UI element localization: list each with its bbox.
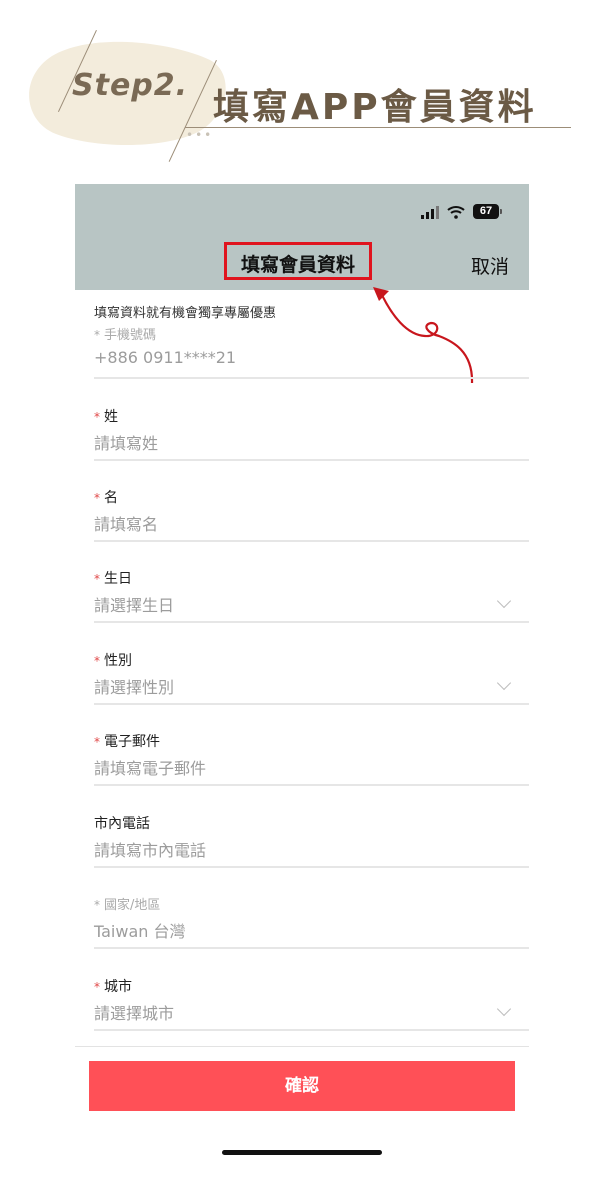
chevron-down-icon[interactable] (496, 675, 512, 691)
input-field[interactable]: 請填寫電子郵件 (94, 755, 206, 779)
form-field[interactable]: * 姓請填寫姓 (94, 406, 529, 462)
field-label-text: 國家/地區 (104, 898, 161, 913)
field-underline (94, 377, 529, 379)
field-label-text: 姓 (104, 409, 118, 425)
form-field: * 手機號碼 +886 0911****21 (94, 324, 529, 380)
promo-text: 填寫資料就有機會獨享專屬優惠 (94, 306, 277, 321)
step-label: Step2. (72, 68, 189, 103)
field-label: * 性別 (94, 650, 132, 670)
field-label: * 名 (94, 487, 118, 507)
page-title: 填寫會員資料 (240, 254, 355, 276)
required-mark: * (94, 735, 100, 749)
field-label-text: 城市 (104, 979, 132, 995)
required-mark: * (94, 898, 100, 912)
field-label-text: 電子郵件 (104, 734, 160, 750)
app-header: 67 填寫會員資料 取消 (75, 184, 529, 290)
step-dots: ••• (186, 128, 214, 142)
field-underline (94, 540, 529, 542)
battery-icon: 67 (473, 204, 502, 219)
phone-screen: 67 填寫會員資料 取消 填寫資料就有機會獨享專屬優惠 * 手機號碼 +886 09… (75, 184, 529, 1047)
required-mark: * (94, 980, 100, 994)
cancel-button[interactable]: 取消 (471, 252, 509, 279)
input-field[interactable]: 請填寫姓 (94, 430, 158, 454)
required-mark: * (94, 328, 100, 342)
field-label-text: 市內電話 (94, 816, 150, 832)
required-mark: * (94, 410, 100, 424)
chevron-down-icon[interactable] (496, 1001, 512, 1017)
field-label: 市內電話 (94, 813, 150, 833)
field-label-text: 名 (104, 490, 118, 506)
form-field[interactable]: * 生日請選擇生日 (94, 568, 529, 624)
field-underline (94, 621, 529, 623)
required-mark: * (94, 654, 100, 668)
field-underline (94, 947, 529, 949)
form-field[interactable]: * 城市請選擇城市 (94, 976, 529, 1032)
field-underline (94, 459, 529, 461)
required-mark: * (94, 572, 100, 586)
confirm-button[interactable]: 確認 (89, 1061, 515, 1111)
step-banner: Step2. 填寫APP會員資料 ••• (0, 0, 600, 170)
field-label: * 姓 (94, 406, 118, 426)
field-underline (94, 784, 529, 786)
field-label: * 生日 (94, 568, 132, 588)
status-bar: 67 (421, 204, 502, 219)
field-label: * 城市 (94, 976, 132, 996)
input-field: Taiwan 台灣 (94, 922, 186, 941)
field-label: * 電子郵件 (94, 731, 160, 751)
required-mark: * (94, 491, 100, 505)
select-field[interactable]: 請選擇性別 (94, 674, 174, 698)
signal-icon (421, 205, 439, 219)
form-field[interactable]: 市內電話請填寫市內電話 (94, 813, 529, 869)
home-indicator (222, 1150, 382, 1155)
form-field[interactable]: * 名請填寫名 (94, 487, 529, 543)
select-field[interactable]: 請選擇生日 (94, 592, 174, 616)
field-label-text: 手機號碼 (104, 328, 157, 343)
field-label-text: 生日 (104, 571, 132, 587)
wifi-icon (447, 205, 465, 219)
field-label: * 國家/地區 (94, 894, 160, 913)
input-field[interactable]: 請填寫名 (94, 511, 158, 535)
field-underline (94, 703, 529, 705)
step-underline (185, 127, 571, 128)
input-field[interactable]: 請填寫市內電話 (94, 837, 206, 861)
field-label: * 手機號碼 (94, 324, 156, 343)
input-field: +886 0911****21 (94, 348, 237, 367)
form-field[interactable]: * 電子郵件請填寫電子郵件 (94, 731, 529, 787)
field-underline (94, 1029, 529, 1031)
form-field[interactable]: * 性別請選擇性別 (94, 650, 529, 706)
field-underline (94, 866, 529, 868)
form-field: * 國家/地區 Taiwan 台灣 (94, 894, 529, 950)
field-label-text: 性別 (104, 653, 132, 669)
select-field[interactable]: 請選擇城市 (94, 1000, 174, 1024)
step-title: 填寫APP會員資料 (213, 87, 537, 128)
chevron-down-icon[interactable] (496, 593, 512, 609)
